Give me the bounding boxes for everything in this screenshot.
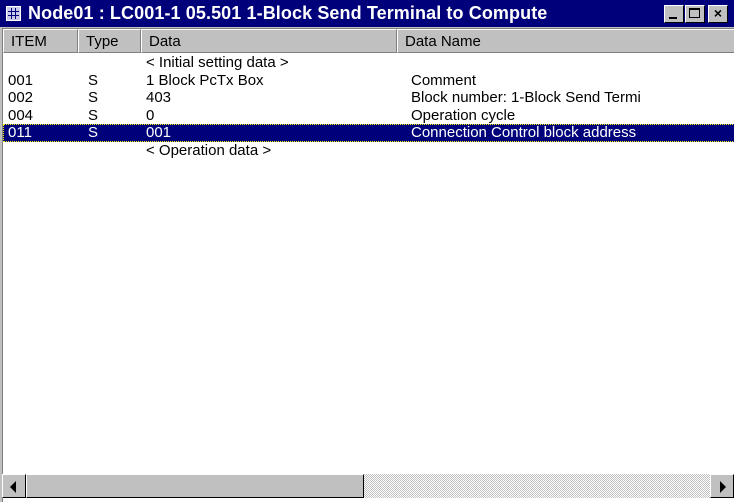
cell-type: S xyxy=(88,124,99,141)
cell-data: 001 xyxy=(146,124,172,141)
cell-item: 002 xyxy=(8,89,34,106)
table-row[interactable]: 002 S 403 Block number: 1-Block Send Ter… xyxy=(3,89,734,107)
cell-type: S xyxy=(88,71,99,89)
cell-data-name: Block number: 1-Block Send Termi xyxy=(411,89,641,106)
app-window: Node01 : LC001-1 05.501 1-Block Send Ter… xyxy=(0,0,734,502)
window-title: Node01 : LC001-1 05.501 1-Block Send Ter… xyxy=(28,3,548,23)
cell-data: 403 xyxy=(146,89,172,106)
cell-item: 001 xyxy=(8,71,34,89)
table-row[interactable]: < Operation data > xyxy=(3,142,734,160)
cell-type: S xyxy=(88,89,99,106)
list-view[interactable]: ITEM Type Data Data Name < Initial setti… xyxy=(2,28,734,502)
table-row-selected[interactable]: 011 S 001 Connection Control block addre… xyxy=(3,124,734,142)
grid-icon[interactable] xyxy=(6,6,21,21)
cell-data-name: Comment xyxy=(411,71,477,89)
scroll-right-button[interactable] xyxy=(710,474,734,498)
cell-item: 011 xyxy=(8,124,32,141)
column-header-item[interactable]: ITEM xyxy=(3,29,78,53)
column-header-type[interactable]: Type xyxy=(78,29,141,53)
minimize-icon xyxy=(669,17,677,19)
cell-data: < Operation data > xyxy=(146,141,272,159)
column-header-data-name[interactable]: Data Name xyxy=(397,29,734,53)
scrollbar-thumb[interactable] xyxy=(26,474,364,498)
minimize-button[interactable] xyxy=(664,5,684,23)
arrow-left-icon xyxy=(10,481,16,493)
table-row[interactable]: 004 S 0 Operation cycle xyxy=(3,107,734,125)
horizontal-scrollbar[interactable] xyxy=(2,474,734,498)
maximize-icon xyxy=(689,8,700,18)
title-bar[interactable]: Node01 : LC001-1 05.501 1-Block Send Ter… xyxy=(0,0,734,27)
cell-data-name: Operation cycle xyxy=(411,106,516,124)
close-button[interactable]: × xyxy=(708,5,728,23)
scroll-left-button[interactable] xyxy=(2,474,26,498)
maximize-button[interactable] xyxy=(685,5,705,23)
cell-item: 004 xyxy=(8,106,34,124)
table-row[interactable]: 001 S 1 Block PcTx Box Comment xyxy=(3,72,734,90)
cell-data: < Initial setting data > xyxy=(146,54,289,71)
table-row[interactable]: < Initial setting data > xyxy=(3,54,734,72)
cell-data-name: Connection Control block address xyxy=(411,124,637,141)
column-header: ITEM Type Data Data Name xyxy=(3,29,734,53)
cell-type: S xyxy=(88,106,99,124)
cell-data: 0 xyxy=(146,106,155,124)
column-header-data[interactable]: Data xyxy=(141,29,397,53)
scrollbar-track[interactable] xyxy=(364,474,710,498)
arrow-right-icon xyxy=(720,481,726,493)
cell-data: 1 Block PcTx Box xyxy=(146,71,264,89)
table-body: < Initial setting data > 001 S 1 Block P… xyxy=(3,54,734,159)
